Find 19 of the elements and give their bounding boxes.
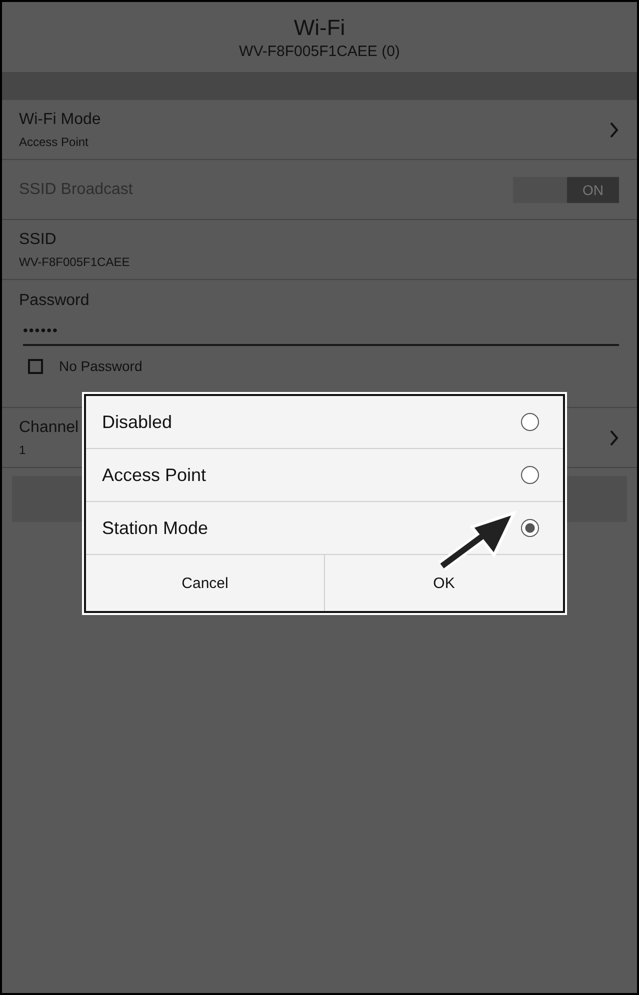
setting-label: Wi-Fi Mode xyxy=(19,110,101,128)
setting-value: WV-F8F005F1CAEE xyxy=(19,254,130,268)
dialog-option[interactable]: Disabled xyxy=(86,396,563,449)
radio-button[interactable] xyxy=(521,466,539,484)
setting-value: 1 xyxy=(19,442,27,456)
device-name: WV-F8F005F1CAEE (0) xyxy=(239,42,400,60)
checkbox[interactable] xyxy=(28,358,43,374)
chevron-right-icon xyxy=(609,122,619,138)
radio-button[interactable] xyxy=(521,519,539,537)
setting-label: Password xyxy=(19,292,90,310)
radio-button[interactable] xyxy=(521,413,539,431)
setting-value: Access Point xyxy=(19,134,90,148)
setting-label: SSID xyxy=(19,230,58,248)
checkbox-label: No Password xyxy=(59,358,142,374)
setting-label: Channel xyxy=(19,418,79,436)
dialog-button[interactable]: Cancel xyxy=(86,555,324,611)
dialog-option[interactable]: Access Point xyxy=(86,449,563,502)
screen-title: Wi-Fi xyxy=(294,14,346,40)
chevron-right-icon xyxy=(609,430,619,446)
